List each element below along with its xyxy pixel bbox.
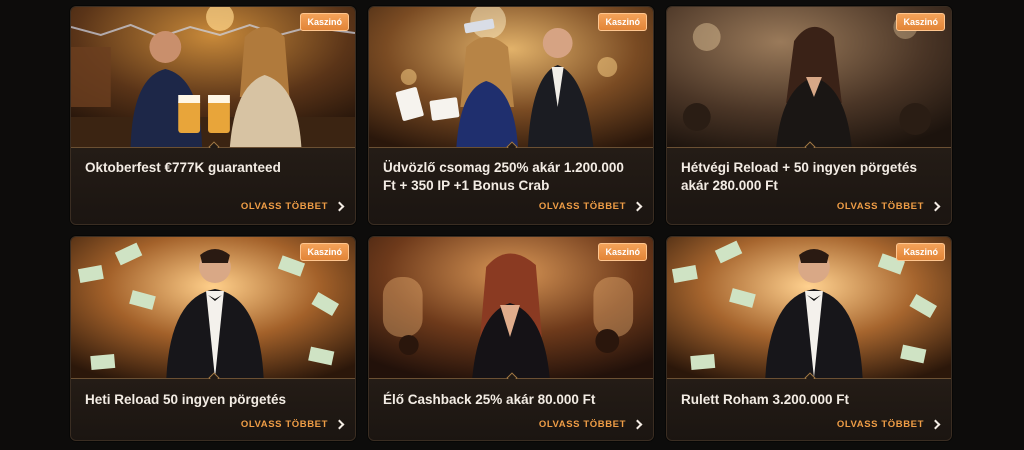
category-badge: Kaszinó [598, 13, 647, 31]
category-badge: Kaszinó [598, 243, 647, 261]
promo-body: Oktoberfest €777K guaranteed OLVASS TÖBB… [71, 148, 355, 224]
read-more-link[interactable]: OLVASS TÖBBET [836, 419, 941, 430]
read-more-label: OLVASS TÖBBET [240, 201, 328, 212]
category-badge: Kaszinó [896, 243, 945, 261]
promo-title: Hétvégi Reload + 50 ingyen pörgetés akár… [681, 160, 917, 193]
read-more-link[interactable]: OLVASS TÖBBET [538, 201, 643, 212]
read-more-label: OLVASS TÖBBET [836, 201, 924, 212]
promo-body: Üdvözlő csomag 250% akár 1.200.000 Ft + … [369, 148, 653, 224]
read-more-label: OLVASS TÖBBET [538, 201, 626, 212]
chevron-right-icon [334, 419, 345, 430]
promo-card-roulette-rush[interactable]: Kaszinó Rulett Roham 3.200.000 Ft OLVASS… [666, 236, 952, 441]
promo-body: Hétvégi Reload + 50 ingyen pörgetés akár… [667, 148, 951, 224]
chevron-right-icon [930, 419, 941, 430]
category-badge: Kaszinó [300, 243, 349, 261]
read-more-link[interactable]: OLVASS TÖBBET [240, 419, 345, 430]
read-more-label: OLVASS TÖBBET [240, 419, 328, 430]
promo-body: Élő Cashback 25% akár 80.000 Ft OLVASS T… [369, 379, 653, 440]
promo-title: Üdvözlő csomag 250% akár 1.200.000 Ft + … [383, 160, 624, 193]
promo-image-weekend-reload: Kaszinó [667, 7, 951, 147]
promo-image-live-cashback: Kaszinó [369, 237, 653, 378]
promo-title: Rulett Roham 3.200.000 Ft [681, 392, 850, 407]
category-badge: Kaszinó [896, 13, 945, 31]
promo-card-welcome-package[interactable]: Kaszinó Üdvözlő csomag 250% akár 1.200.0… [368, 6, 654, 225]
promo-card-live-cashback[interactable]: Kaszinó Élő Cashback 25% akár 80.000 Ft … [368, 236, 654, 441]
chevron-right-icon [334, 201, 345, 212]
chevron-right-icon [632, 201, 643, 212]
promotions-grid: Kaszinó Oktoberfest €777K guaranteed OLV… [70, 6, 954, 446]
promo-card-weekend-reload[interactable]: Kaszinó Hétvégi Reload + 50 ingyen pörge… [666, 6, 952, 225]
read-more-link[interactable]: OLVASS TÖBBET [836, 201, 941, 212]
promo-image-welcome-package: Kaszinó [369, 7, 653, 147]
promo-image-roulette-rush: Kaszinó [667, 237, 951, 378]
read-more-label: OLVASS TÖBBET [836, 419, 924, 430]
promo-card-weekly-reload[interactable]: Kaszinó Heti Reload 50 ingyen pörgetés O… [70, 236, 356, 441]
chevron-right-icon [632, 419, 643, 430]
read-more-label: OLVASS TÖBBET [538, 419, 626, 430]
read-more-link[interactable]: OLVASS TÖBBET [538, 419, 643, 430]
promo-card-oktoberfest[interactable]: Kaszinó Oktoberfest €777K guaranteed OLV… [70, 6, 356, 225]
promo-title: Élő Cashback 25% akár 80.000 Ft [383, 392, 596, 407]
read-more-link[interactable]: OLVASS TÖBBET [240, 201, 345, 212]
promo-image-oktoberfest: Kaszinó [71, 7, 355, 147]
category-badge: Kaszinó [300, 13, 349, 31]
promo-title: Oktoberfest €777K guaranteed [85, 160, 281, 175]
promo-body: Heti Reload 50 ingyen pörgetés OLVASS TÖ… [71, 379, 355, 440]
chevron-right-icon [930, 201, 941, 212]
promo-image-weekly-reload: Kaszinó [71, 237, 355, 378]
promo-title: Heti Reload 50 ingyen pörgetés [85, 392, 287, 407]
promo-body: Rulett Roham 3.200.000 Ft OLVASS TÖBBET [667, 379, 951, 440]
